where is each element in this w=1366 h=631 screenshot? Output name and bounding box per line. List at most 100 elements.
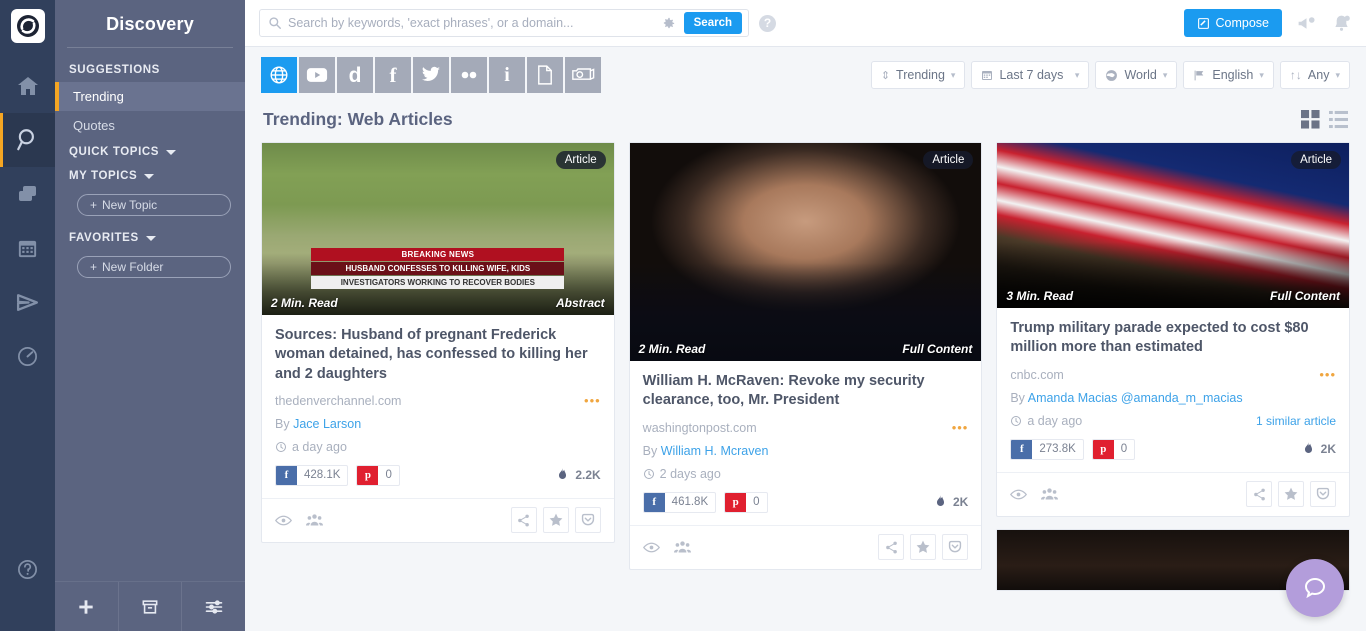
sidebar-item-trending[interactable]: Trending: [55, 82, 245, 111]
rail-item-analytics[interactable]: [0, 329, 55, 383]
source-tab-dailymotion[interactable]: d: [337, 57, 373, 93]
author-link[interactable]: Amanda Macias @amanda_m_macias: [1028, 391, 1243, 405]
sidebar-item-quotes[interactable]: Quotes: [55, 111, 245, 140]
trending-score: 2.2K: [556, 467, 601, 483]
card-title[interactable]: Sources: Husband of pregnant Frederick w…: [275, 326, 601, 384]
by-label: By: [275, 416, 290, 431]
card-thumbnail[interactable]: BREAKING NEWS HUSBAND CONFESSES TO KILLI…: [262, 143, 614, 315]
fire-count: 2.2K: [575, 468, 601, 483]
fire-icon: [556, 467, 569, 483]
card-title[interactable]: Trump military parade expected to cost $…: [1010, 319, 1336, 358]
card-stats: f 461.8K p 0 2K: [642, 491, 968, 513]
section-favorites[interactable]: FAVORITES: [55, 226, 245, 250]
share-button[interactable]: [1246, 481, 1273, 508]
card-author-row: By William H. Mcraven: [643, 444, 969, 458]
rail-item-home[interactable]: [0, 59, 55, 113]
source-tab-flickr[interactable]: [451, 57, 487, 93]
date-filter[interactable]: Last 7 days ▾: [971, 61, 1090, 89]
rail-item-engage[interactable]: [0, 275, 55, 329]
timestamp: a day ago: [292, 439, 347, 454]
pocket-button[interactable]: [1310, 481, 1337, 508]
people-icon[interactable]: [673, 540, 691, 554]
view-toggle: [1301, 110, 1348, 129]
add-button[interactable]: [55, 582, 119, 631]
card-actions: [1246, 481, 1337, 508]
card-actions: [878, 534, 969, 561]
card-author-row: By Jace Larson: [275, 417, 601, 431]
sort-filter[interactable]: ⇕ Trending ▾: [870, 61, 966, 89]
star-button[interactable]: [910, 534, 937, 561]
by-label: By: [1010, 390, 1025, 405]
region-filter[interactable]: World ▾: [1095, 61, 1178, 89]
megaphone-icon[interactable]: [1296, 13, 1317, 34]
grid-view-icon[interactable]: [1301, 110, 1320, 129]
help-icon[interactable]: ?: [759, 14, 776, 32]
author-link[interactable]: William H. Mcraven: [661, 444, 769, 458]
filter-label: Last 7 days: [999, 68, 1064, 82]
list-view-icon[interactable]: [1329, 110, 1348, 129]
people-icon[interactable]: [306, 513, 323, 527]
article-card[interactable]: Article 3 Min. Read Full Content Trump m…: [996, 142, 1351, 517]
more-options-icon[interactable]: •••: [1319, 368, 1336, 381]
pocket-button[interactable]: [942, 534, 969, 561]
source-tab-web[interactable]: [261, 57, 297, 93]
pocket-button[interactable]: [574, 507, 601, 534]
card-time-row: a day ago: [275, 440, 601, 454]
rail-item-calendar[interactable]: [0, 221, 55, 275]
more-options-icon[interactable]: •••: [584, 394, 601, 407]
help-chat-button[interactable]: [1286, 559, 1344, 617]
section-quick-topics[interactable]: QUICK TOPICS: [55, 140, 245, 164]
source-tab-documents[interactable]: [527, 57, 563, 93]
app-root: Discovery SUGGESTIONS Trending Quotes QU…: [0, 0, 1366, 631]
star-button[interactable]: [1278, 481, 1305, 508]
eye-icon[interactable]: [1010, 488, 1028, 501]
flickr-icon: [457, 69, 481, 81]
home-icon: [16, 74, 40, 98]
star-button[interactable]: [542, 507, 569, 534]
card-thumbnail[interactable]: Article 3 Min. Read Full Content: [997, 143, 1350, 308]
compose-button[interactable]: Compose: [1183, 9, 1282, 37]
more-options-icon[interactable]: •••: [952, 421, 969, 434]
type-filter[interactable]: ↑↓ Any ▾: [1279, 61, 1350, 89]
article-card[interactable]: Article 2 Min. Read Full Content William…: [628, 142, 983, 570]
card-title[interactable]: William H. McRaven: Revoke my security c…: [643, 372, 969, 411]
card-thumbnail[interactable]: Article 2 Min. Read Full Content: [629, 143, 982, 361]
bell-icon[interactable]: [1331, 13, 1352, 34]
source-tab-images[interactable]: [565, 57, 601, 93]
share-button[interactable]: [510, 507, 537, 534]
source-tab-twitter[interactable]: [413, 57, 449, 93]
filters-button[interactable]: [182, 582, 245, 631]
source-tab-youtube[interactable]: [299, 57, 335, 93]
source-tab-instagram[interactable]: i: [489, 57, 525, 93]
article-card[interactable]: BREAKING NEWS HUSBAND CONFESSES TO KILLI…: [261, 142, 615, 543]
language-filter[interactable]: English ▾: [1183, 61, 1274, 89]
search-input[interactable]: [288, 16, 661, 30]
globe-icon: [268, 64, 290, 86]
sliders-icon: [204, 597, 224, 617]
rail-help[interactable]: [0, 558, 55, 581]
sidebar-divider: [67, 47, 233, 48]
app-logo[interactable]: [10, 9, 45, 43]
eye-icon[interactable]: [275, 514, 292, 527]
twitter-icon: [421, 66, 441, 84]
search-bar[interactable]: Search: [259, 9, 749, 37]
source-tab-facebook[interactable]: f: [375, 57, 411, 93]
gear-icon[interactable]: [661, 16, 676, 31]
facebook-stat: f 273.8K: [1010, 438, 1084, 460]
new-topic-button[interactable]: + New Topic: [77, 194, 231, 216]
section-my-topics[interactable]: MY TOPICS: [55, 164, 245, 188]
plus-icon: +: [90, 198, 98, 212]
share-button[interactable]: [878, 534, 905, 561]
similar-articles-link[interactable]: 1 similar article: [1256, 414, 1336, 428]
flag-icon: [1193, 69, 1206, 82]
new-folder-button[interactable]: + New Folder: [77, 256, 231, 278]
search-button[interactable]: Search: [683, 12, 742, 34]
rail-item-publish[interactable]: [0, 167, 55, 221]
section-label: MY TOPICS: [69, 170, 138, 182]
archive-button[interactable]: [119, 582, 183, 631]
author-link[interactable]: Jace Larson: [293, 417, 361, 431]
rail-item-discovery[interactable]: [0, 113, 55, 167]
clock-icon: [1010, 415, 1022, 427]
eye-icon[interactable]: [642, 541, 660, 554]
people-icon[interactable]: [1041, 487, 1059, 501]
